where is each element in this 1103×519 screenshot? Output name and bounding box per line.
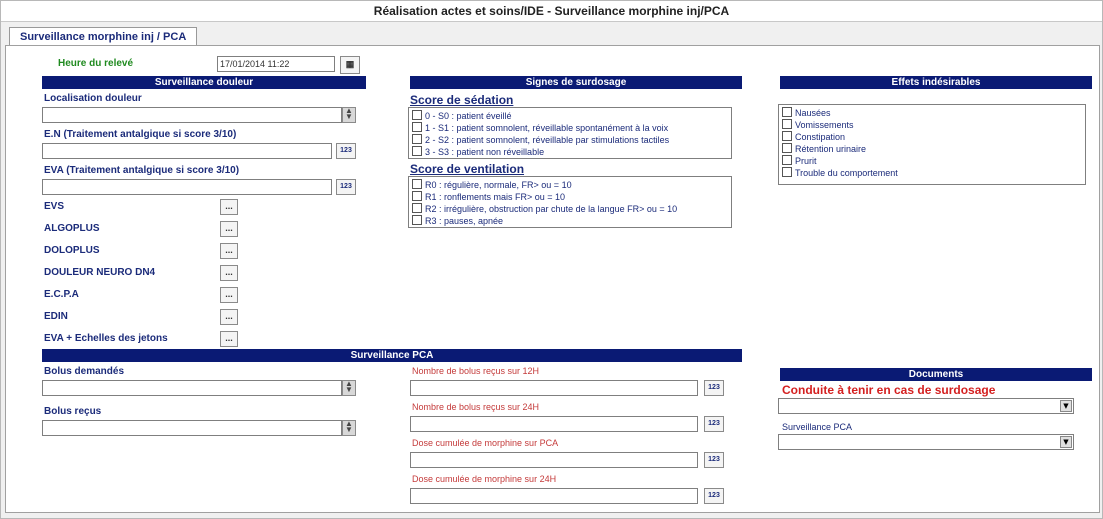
checkbox[interactable]	[412, 191, 422, 201]
checkbox[interactable]	[782, 167, 792, 177]
sedation-option[interactable]: 3 - S3 : patient non réveillable	[412, 146, 544, 158]
ventilation-option[interactable]: R3 : pauses, apnée	[412, 215, 503, 227]
pca-header: Surveillance PCA	[42, 349, 742, 362]
checkbox[interactable]	[412, 122, 422, 132]
bolus-12h-keypad-button[interactable]: 123	[704, 380, 724, 396]
dose-pca-keypad-button[interactable]: 123	[704, 452, 724, 468]
localisation-spin[interactable]: ▲ ▼	[342, 107, 356, 123]
en-label: E.N (Traitement antalgique si score 3/10…	[44, 129, 237, 140]
dose-24h-label: Dose cumulée de morphine sur 24H	[412, 474, 557, 484]
scale-label: ALGOPLUS	[44, 223, 100, 234]
checkbox[interactable]	[782, 155, 792, 165]
effet-option[interactable]: Constipation	[782, 131, 845, 143]
bolus-24h-keypad-button[interactable]: 123	[704, 416, 724, 432]
checkbox[interactable]	[782, 107, 792, 117]
bolus-12h-label: Nombre de bolus reçus sur 12H	[412, 366, 540, 376]
checkbox[interactable]	[782, 131, 792, 141]
surveillance-pca-select[interactable]: ▼	[778, 434, 1074, 450]
checkbox[interactable]	[782, 143, 792, 153]
checkbox[interactable]	[412, 146, 422, 156]
sedation-list: 0 - S0 : patient éveillé 1 - S1 : patien…	[408, 107, 732, 159]
chevron-down-icon[interactable]: ▼	[1060, 400, 1072, 412]
dose-24h-input[interactable]	[410, 488, 698, 504]
bolus-24h-input[interactable]	[410, 416, 698, 432]
checkbox[interactable]	[412, 179, 422, 189]
scale-label: EVS	[44, 201, 65, 212]
localisation-input[interactable]	[42, 107, 342, 123]
sedation-option[interactable]: 0 - S0 : patient éveillé	[412, 110, 512, 122]
ventilation-list: R0 : régulière, normale, FR> ou = 10 R1 …	[408, 176, 732, 228]
app-window: Réalisation actes et soins/IDE - Surveil…	[0, 0, 1103, 519]
scale-button[interactable]: ...	[220, 309, 238, 325]
checkbox[interactable]	[782, 119, 792, 129]
dose-24h-keypad-button[interactable]: 123	[704, 488, 724, 504]
scale-label: EVA + Echelles des jetons	[44, 333, 168, 344]
calendar-button[interactable]: ▦	[340, 56, 360, 74]
conduite-select[interactable]: ▼	[778, 398, 1074, 414]
sedation-option[interactable]: 1 - S1 : patient somnolent, réveillable …	[412, 122, 668, 134]
scale-button[interactable]: ...	[220, 199, 238, 215]
bolus-demandes-spin[interactable]: ▲ ▼	[342, 380, 356, 396]
en-keypad-button[interactable]: 123	[336, 143, 356, 159]
tab-surveillance-morphine[interactable]: Surveillance morphine inj / PCA	[9, 27, 198, 46]
bolus-recus-input[interactable]	[42, 420, 342, 436]
dose-pca-label: Dose cumulée de morphine sur PCA	[412, 438, 559, 448]
scale-button[interactable]: ...	[220, 265, 238, 281]
ventilation-title: Score de ventilation	[410, 162, 525, 176]
effet-option[interactable]: Nausées	[782, 107, 831, 119]
checkbox[interactable]	[412, 203, 422, 213]
checkbox[interactable]	[412, 134, 422, 144]
localisation-label: Localisation douleur	[44, 93, 142, 104]
window-title: Réalisation actes et soins/IDE - Surveil…	[1, 1, 1102, 22]
ventilation-option[interactable]: R2 : irrégulière, obstruction par chute …	[412, 203, 677, 215]
sedation-option[interactable]: 2 - S2 : patient somnolent, réveillable …	[412, 134, 669, 146]
effets-header: Effets indésirables	[780, 76, 1092, 89]
bolus-12h-input[interactable]	[410, 380, 698, 396]
effets-list: Nausées Vomissements Constipation Rétent…	[778, 104, 1086, 185]
conduite-label: Conduite à tenir en cas de surdosage	[782, 383, 996, 397]
releve-label: Heure du relevé	[58, 58, 134, 69]
bolus-recus-spin[interactable]: ▲ ▼	[342, 420, 356, 436]
ventilation-option[interactable]: R1 : ronflements mais FR> ou = 10	[412, 191, 565, 203]
eva-label: EVA (Traitement antalgique si score 3/10…	[44, 165, 240, 176]
scale-button[interactable]: ...	[220, 221, 238, 237]
bolus-demandes-label: Bolus demandés	[44, 366, 125, 377]
dose-pca-input[interactable]	[410, 452, 698, 468]
releve-datetime-input[interactable]: 17/01/2014 11:22	[217, 56, 335, 72]
scale-button[interactable]: ...	[220, 287, 238, 303]
ventilation-option[interactable]: R0 : régulière, normale, FR> ou = 10	[412, 179, 572, 191]
effet-option[interactable]: Vomissements	[782, 119, 854, 131]
effet-option[interactable]: Prurit	[782, 155, 817, 167]
scale-label: E.C.P.A	[44, 289, 79, 300]
scale-button[interactable]: ...	[220, 243, 238, 259]
bolus-24h-label: Nombre de bolus reçus sur 24H	[412, 402, 540, 412]
effet-option[interactable]: Trouble du comportement	[782, 167, 898, 179]
scale-label: DOLOPLUS	[44, 245, 100, 256]
sedation-title: Score de sédation	[410, 93, 514, 107]
eva-input[interactable]	[42, 179, 332, 195]
scale-button[interactable]: ...	[220, 331, 238, 347]
eva-keypad-button[interactable]: 123	[336, 179, 356, 195]
scale-label: DOULEUR NEURO DN4	[44, 267, 156, 278]
effet-option[interactable]: Rétention urinaire	[782, 143, 866, 155]
checkbox[interactable]	[412, 110, 422, 120]
surdosage-header: Signes de surdosage	[410, 76, 742, 89]
documents-header: Documents	[780, 368, 1092, 381]
checkbox[interactable]	[412, 215, 422, 225]
en-input[interactable]	[42, 143, 332, 159]
scale-label: EDIN	[44, 311, 68, 322]
douleur-header: Surveillance douleur	[42, 76, 366, 89]
chevron-down-icon[interactable]: ▼	[1060, 436, 1072, 448]
bolus-recus-label: Bolus reçus	[44, 406, 102, 417]
bolus-demandes-input[interactable]	[42, 380, 342, 396]
form-panel: Heure du relevé 17/01/2014 11:22 ▦ Surve…	[5, 45, 1100, 513]
surveillance-pca-doc-label: Surveillance PCA	[782, 422, 853, 432]
